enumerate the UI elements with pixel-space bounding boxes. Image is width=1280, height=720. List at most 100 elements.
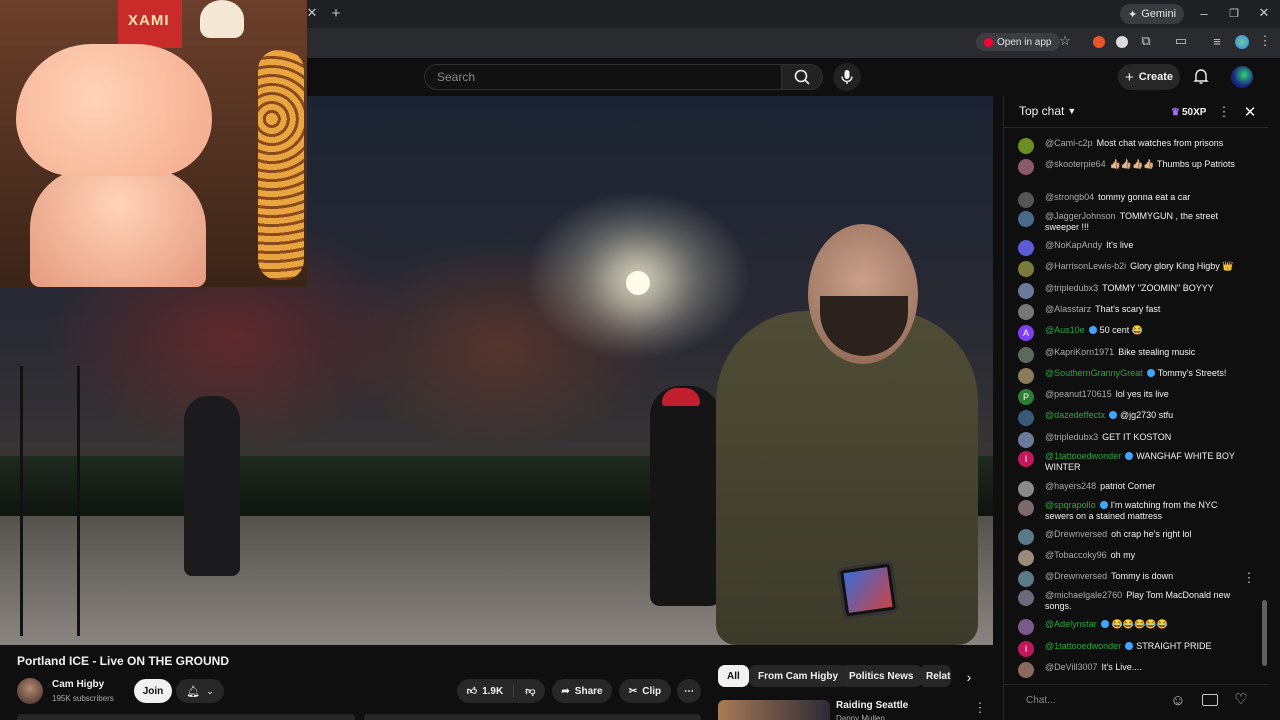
voice-search-button[interactable]: [833, 63, 861, 91]
chat-menu-icon[interactable]: ⋮: [1218, 104, 1231, 120]
chat-author[interactable]: @peanut170615: [1045, 389, 1112, 399]
share-button[interactable]: ➦ Share: [552, 679, 612, 703]
chat-message[interactable]: @Tobaccoky96 oh my: [1018, 550, 1240, 566]
chat-avatar[interactable]: [1018, 159, 1034, 175]
chat-message[interactable]: @spqrapollo I'm watching from the NYC sew…: [1018, 500, 1240, 522]
chat-avatar[interactable]: [1018, 138, 1034, 154]
chat-avatar[interactable]: [1018, 240, 1034, 256]
bookmark-star-icon[interactable]: ☆: [1058, 33, 1072, 48]
chat-avatar[interactable]: A: [1018, 325, 1034, 341]
like-button[interactable]: 👍︎ 1.9K: [467, 685, 515, 697]
chat-message[interactable]: @Drewnversed Tommy is down: [1018, 571, 1240, 587]
search-input[interactable]: Search: [424, 64, 782, 90]
recommendation-title[interactable]: Raiding Seattle: [836, 700, 908, 711]
xp-badge[interactable]: ♛ 50XP: [1166, 104, 1211, 120]
heart-icon[interactable]: ♡: [1232, 690, 1250, 708]
close-tab-icon[interactable]: ✕: [306, 5, 318, 20]
chat-author[interactable]: @DeVill3007: [1045, 662, 1098, 672]
cast-icon[interactable]: ▭: [1174, 33, 1188, 48]
chat-message[interactable]: @Adelynstar 😂😂😂😂😂: [1018, 619, 1240, 635]
restore-icon[interactable]: ❐: [1228, 7, 1240, 20]
chat-author[interactable]: @Adelynstar: [1045, 619, 1097, 629]
chat-avatar[interactable]: I: [1018, 641, 1034, 657]
chat-message[interactable]: @michaelgale2760 Play Tom MacDonald new s…: [1018, 590, 1240, 612]
chat-message[interactable]: I @1tattooedwonder STRAIGHT PRIDE: [1018, 641, 1240, 657]
recommendation-thumbnail[interactable]: [718, 700, 830, 720]
chat-author[interactable]: @michaelgale2760: [1045, 590, 1122, 600]
chat-message[interactable]: @hayers248 patriot Corner: [1018, 481, 1240, 497]
open-in-app-button[interactable]: Open in app: [976, 33, 1060, 51]
chat-message[interactable]: @dazedeffectx @jg2730 stfu: [1018, 410, 1240, 426]
chip-politics-news[interactable]: Politics News: [840, 665, 923, 687]
super-chat-icon[interactable]: [1202, 694, 1218, 706]
chip-from-channel[interactable]: From Cam Higby: [749, 665, 848, 687]
chat-message[interactable]: @Alasstarz That's scary fast: [1018, 304, 1240, 320]
chat-message[interactable]: A @Aus10e 50 cent 😂: [1018, 325, 1240, 341]
channel-avatar[interactable]: [17, 678, 43, 704]
media-control-icon[interactable]: ≡: [1210, 34, 1224, 49]
chat-avatar[interactable]: [1018, 283, 1034, 299]
chevron-right-icon[interactable]: ›: [960, 668, 978, 686]
chat-avatar[interactable]: [1018, 662, 1034, 678]
chat-message[interactable]: @strongb04 tommy gonna eat a car: [1018, 192, 1240, 208]
chat-author[interactable]: @Drewnversed: [1045, 571, 1107, 581]
chat-message[interactable]: @HarrisonLewis-b2i Glory glory King Higby…: [1018, 261, 1240, 277]
chat-avatar[interactable]: [1018, 368, 1034, 384]
chat-author[interactable]: @1tattooedwonder: [1045, 451, 1121, 461]
chat-avatar[interactable]: P: [1018, 389, 1034, 405]
chat-avatar[interactable]: [1018, 261, 1034, 277]
chat-avatar[interactable]: [1018, 211, 1034, 227]
chat-message[interactable]: @Cami-c2p Most chat watches from prisons: [1018, 138, 1240, 154]
thumbs-down-icon[interactable]: 👎︎: [519, 685, 535, 697]
subscription-bell-button[interactable]: 🔔︎ ⌄: [176, 679, 224, 703]
gemini-button[interactable]: ✦ Gemini: [1120, 4, 1185, 24]
chip-all[interactable]: All: [718, 665, 749, 687]
chat-avatar[interactable]: [1018, 481, 1034, 497]
browser-menu-icon[interactable]: ⋮: [1259, 33, 1272, 48]
chat-avatar[interactable]: I: [1018, 451, 1034, 467]
new-tab-icon[interactable]: +: [328, 5, 344, 22]
chat-author[interactable]: @Drewnversed: [1045, 529, 1107, 539]
recommendation-menu-icon[interactable]: ⋮: [974, 700, 987, 715]
account-avatar[interactable]: [1231, 66, 1253, 88]
chat-message[interactable]: @JaggerJohnson TOMMYGUN , the street swee…: [1018, 211, 1240, 233]
extension-icon[interactable]: [1116, 36, 1128, 48]
chat-author[interactable]: @spqrapollo: [1045, 500, 1096, 510]
chat-message[interactable]: @KapriKorn1971 Bike stealing music: [1018, 347, 1240, 363]
join-button[interactable]: Join: [134, 679, 172, 703]
chat-avatar[interactable]: [1018, 347, 1034, 363]
chat-author[interactable]: @Aus10e: [1045, 325, 1085, 335]
chat-message[interactable]: @NoKapAndy It's live: [1018, 240, 1240, 256]
extensions-puzzle-icon[interactable]: ⧉: [1139, 33, 1153, 48]
chat-input[interactable]: Chat...: [1018, 690, 1158, 710]
close-window-icon[interactable]: ✕: [1258, 5, 1270, 20]
chat-author[interactable]: @1tattooedwonder: [1045, 641, 1121, 651]
clip-button[interactable]: ✂ Clip: [619, 679, 671, 703]
chat-author[interactable]: @strongb04: [1045, 192, 1094, 202]
notifications-button[interactable]: [1192, 67, 1210, 85]
chat-message[interactable]: @Drewnversed oh crap he's right lol: [1018, 529, 1240, 545]
emoji-icon[interactable]: ☺: [1169, 691, 1187, 709]
chat-message[interactable]: @DeVill3007 It's Live....: [1018, 662, 1240, 678]
chat-author[interactable]: @SouthernGrannyGreat: [1045, 368, 1143, 378]
chat-avatar[interactable]: [1018, 304, 1034, 320]
chat-author[interactable]: @tripledubx3: [1045, 283, 1098, 293]
chat-author[interactable]: @skooterpie64: [1045, 159, 1106, 169]
search-button[interactable]: [781, 64, 823, 90]
chat-author[interactable]: @Alasstarz: [1045, 304, 1091, 314]
chat-author[interactable]: @JaggerJohnson: [1045, 211, 1116, 221]
extension-icon[interactable]: [1093, 36, 1105, 48]
chat-avatar[interactable]: [1018, 619, 1034, 635]
create-button[interactable]: + Create: [1118, 64, 1180, 90]
minimize-icon[interactable]: –: [1198, 6, 1210, 21]
more-actions-button[interactable]: ⋯: [677, 679, 701, 703]
chat-avatar[interactable]: [1018, 529, 1034, 545]
chat-author[interactable]: @KapriKorn1971: [1045, 347, 1114, 357]
chat-author[interactable]: @tripledubx3: [1045, 432, 1098, 442]
chat-avatar[interactable]: [1018, 192, 1034, 208]
close-chat-icon[interactable]: ✕: [1243, 104, 1257, 121]
profile-avatar-icon[interactable]: [1235, 35, 1249, 49]
chat-author[interactable]: @HarrisonLewis-b2i: [1045, 261, 1126, 271]
chat-message[interactable]: I @1tattooedwonder WANGHAF WHITE BOY WINTE…: [1018, 451, 1240, 473]
chat-avatar[interactable]: [1018, 571, 1034, 587]
